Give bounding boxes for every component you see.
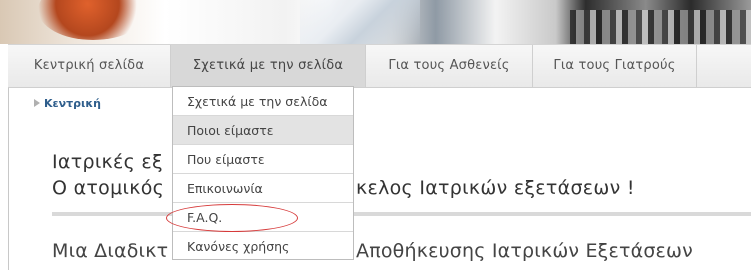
nav-item-patients[interactable]: Για τους Ασθενείς xyxy=(366,45,533,87)
title-divider xyxy=(52,212,751,216)
banner-photo-middle xyxy=(300,0,420,44)
dropdown-item-about[interactable]: Σχετικά με την σελίδα xyxy=(173,87,353,116)
nav-item-doctors[interactable]: Για τους Γιατρούς xyxy=(533,45,697,87)
dropdown-item-where-we-are[interactable]: Που είμαστε xyxy=(173,145,353,174)
dropdown-item-who-we-are[interactable]: Ποιοι είμαστε xyxy=(173,116,353,145)
nav-item-home[interactable]: Κεντρική σελίδα xyxy=(8,45,171,87)
banner-photo-left xyxy=(38,0,148,40)
dropdown-item-contact[interactable]: Επικοινωνία xyxy=(173,174,353,203)
page-title-line2: Ο ατομικός xyxy=(52,177,165,199)
main-navbar: Κεντρική σελίδα Σχετικά με την σελίδα Γι… xyxy=(8,44,751,88)
breadcrumb-home-link[interactable]: Κεντρική xyxy=(44,97,101,110)
intro-text-end: Αποθήκευσης Ιατρικών Εξετάσεων xyxy=(356,240,693,262)
banner-photo-right xyxy=(570,10,751,44)
intro-text-start: Μια Διαδικτ xyxy=(52,240,169,262)
dropdown-item-terms[interactable]: Κανόνες χρήσης xyxy=(173,232,353,261)
dropdown-item-faq[interactable]: F.A.Q. xyxy=(173,203,353,232)
nav-item-about[interactable]: Σχετικά με την σελίδα xyxy=(171,45,366,87)
breadcrumb-arrow-icon xyxy=(34,99,40,107)
page-title-line1: Ιατρικές εξ xyxy=(52,151,163,173)
about-dropdown-menu: Σχετικά με την σελίδα Ποιοι είμαστε Που … xyxy=(172,86,354,260)
header-banner xyxy=(0,0,751,44)
page-title-line2-tail: κελος Ιατρικών εξετάσεων ! xyxy=(356,177,635,199)
